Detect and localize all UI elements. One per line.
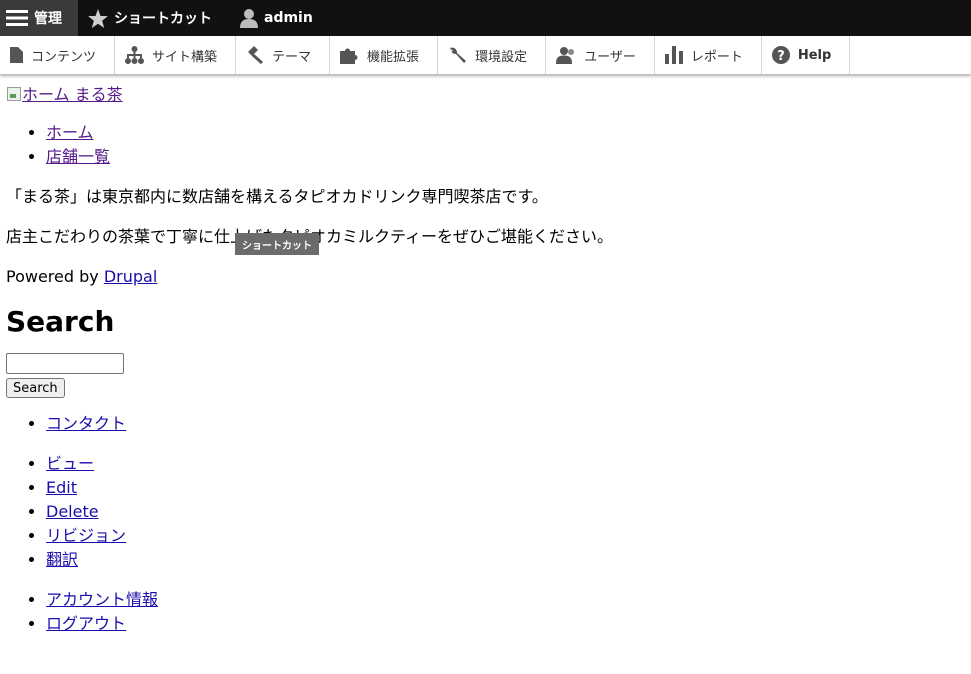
search-heading: Search [6, 305, 115, 338]
broken-image-icon [6, 86, 22, 102]
search-form: Search [6, 353, 965, 398]
nav-link-home[interactable]: ホーム [46, 123, 94, 142]
account-menu: アカウント情報 ログアウト [6, 588, 965, 636]
help-icon: ? [771, 46, 790, 64]
shortcut-tooltip: ショートカット [235, 233, 319, 255]
logo-alt-text: ホーム [22, 85, 70, 104]
site-name: まる茶 [74, 85, 123, 104]
wrench-icon [448, 46, 467, 64]
tray-item-label: テーマ [272, 49, 312, 65]
tray-item-config[interactable]: 環境設定 [438, 36, 547, 74]
tray-item-appearance[interactable]: テーマ [236, 36, 331, 74]
tray-item-label: サイト構築 [152, 49, 218, 65]
tab-translate[interactable]: 翻訳 [46, 550, 78, 569]
shortcuts-tab[interactable]: ショートカット [78, 0, 228, 36]
drupal-link[interactable]: Drupal [104, 267, 157, 286]
user-label: admin [264, 10, 313, 26]
tray-item-extend[interactable]: 機能拡張 [330, 36, 439, 74]
tray-item-help[interactable]: ? Help [762, 36, 851, 74]
puzzle-icon [340, 46, 359, 64]
list-item: ホーム [46, 121, 965, 145]
local-tasks: ビュー Edit Delete リビジョン 翻訳 [6, 452, 965, 572]
paintbrush-icon [246, 46, 264, 64]
tray-item-label: 機能拡張 [367, 49, 420, 65]
tray-item-label: Help [797, 47, 832, 63]
manage-tab[interactable]: 管理 [0, 0, 78, 36]
page-content: ホーム まる茶 ホーム 店舗一覧 「まる茶」は東京都内に数店舗を構えるタピオカド… [0, 75, 971, 636]
list-item: Edit [46, 476, 965, 500]
tab-revisions[interactable]: リビジョン [46, 526, 126, 545]
svg-text:?: ? [777, 49, 785, 64]
hamburger-icon [6, 9, 28, 27]
tray-item-label: 環境設定 [475, 49, 528, 65]
tab-edit[interactable]: Edit [46, 478, 77, 497]
people-icon [556, 46, 576, 64]
user-icon [240, 8, 258, 28]
tray-item-label: コンテンツ [31, 49, 97, 65]
list-item: Delete [46, 500, 965, 524]
manage-label: 管理 [34, 11, 62, 27]
list-item: ビュー [46, 452, 965, 476]
powered-by: Powered by Drupal [6, 265, 965, 289]
admin-tray: コンテンツ サイト構築 テーマ 機能拡張 環境設定 ユーザー レポート ? He… [0, 36, 971, 75]
logout-link[interactable]: ログアウト [46, 614, 126, 633]
list-item: アカウント情報 [46, 588, 965, 612]
intro-text-2: 店主こだわりの茶葉で丁寧に仕上げたタピオカミルクティーをぜひご堪能ください。 [6, 225, 965, 249]
search-button[interactable]: Search [6, 378, 65, 398]
shortcuts-label: ショートカット [114, 11, 212, 27]
tab-view[interactable]: ビュー [46, 454, 94, 473]
sitemap-icon [125, 46, 145, 64]
list-item: 店舗一覧 [46, 145, 965, 169]
tray-item-content[interactable]: コンテンツ [0, 36, 116, 74]
intro-text: 「まる茶」は東京都内に数店舗を構えるタピオカドリンク専門喫茶店です。 [6, 187, 548, 206]
account-info-link[interactable]: アカウント情報 [46, 590, 158, 609]
tray-item-label: ユーザー [584, 49, 636, 65]
contact-link[interactable]: コンタクト [46, 414, 126, 433]
powered-prefix: Powered by [6, 267, 104, 286]
tray-item-people[interactable]: ユーザー [546, 36, 655, 74]
list-item: コンタクト [46, 412, 965, 436]
list-item: ログアウト [46, 612, 965, 636]
nav-link-stores[interactable]: 店舗一覧 [46, 147, 110, 166]
star-icon [88, 8, 108, 28]
tray-item-reports[interactable]: レポート [655, 36, 762, 74]
tray-item-label: レポート [690, 49, 743, 65]
main-nav: ホーム 店舗一覧 [6, 121, 965, 169]
tray-item-structure[interactable]: サイト構築 [115, 36, 237, 74]
user-tab[interactable]: admin [228, 0, 325, 36]
list-item: 翻訳 [46, 548, 965, 572]
admin-toolbar: 管理 ショートカット admin [0, 0, 971, 36]
tab-delete[interactable]: Delete [46, 502, 99, 521]
list-item: リビジョン [46, 524, 965, 548]
bar-chart-icon [664, 46, 683, 64]
footer-nav: コンタクト [6, 412, 965, 436]
site-logo-link[interactable]: ホーム まる茶 [6, 83, 123, 107]
file-icon [10, 47, 23, 63]
search-input[interactable] [6, 353, 124, 374]
